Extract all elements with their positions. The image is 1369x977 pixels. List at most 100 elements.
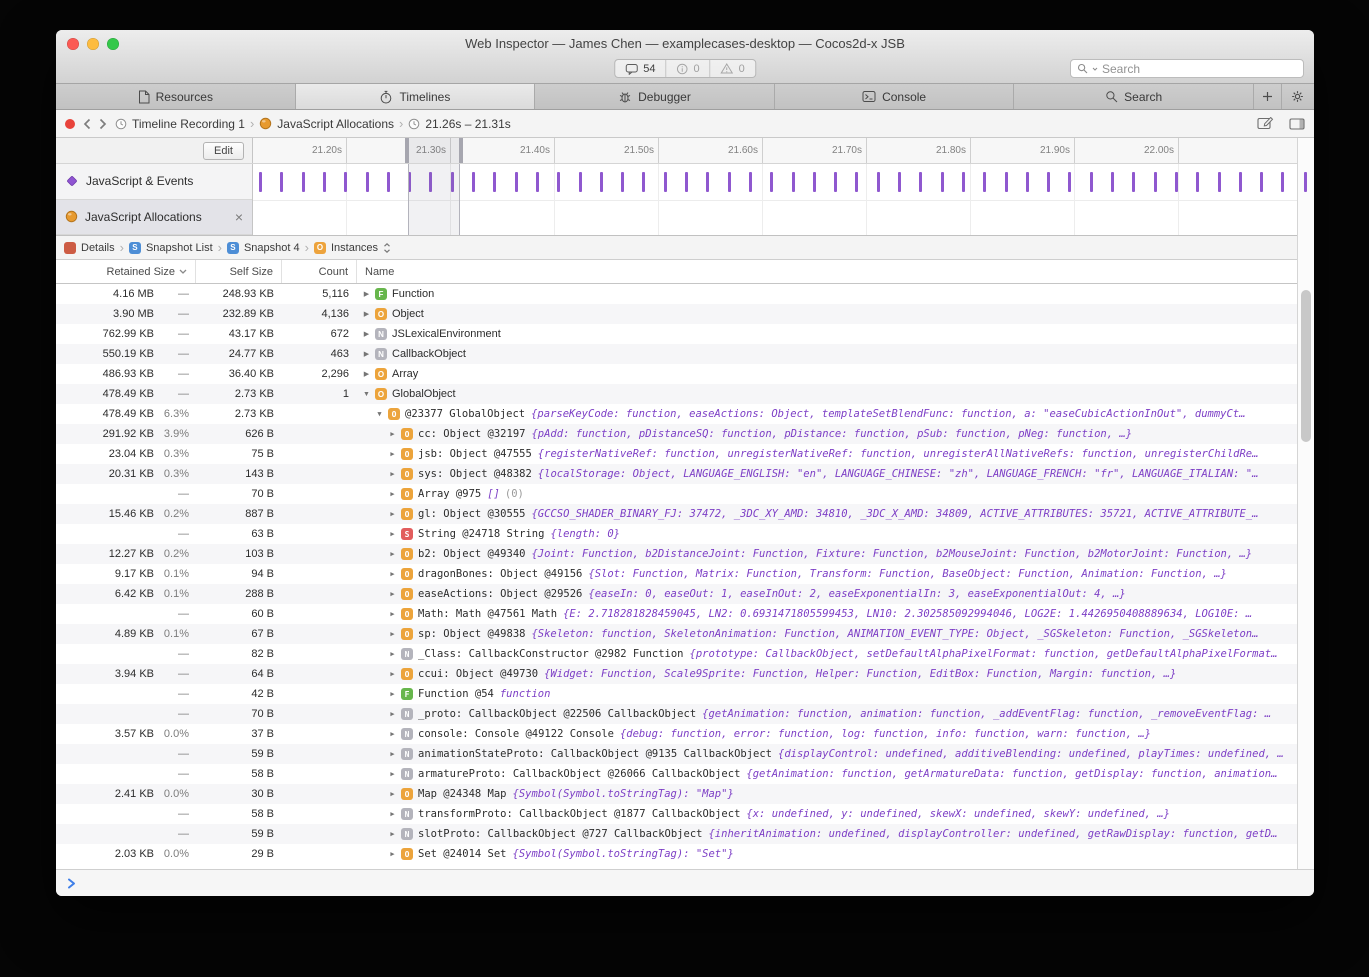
- table-row[interactable]: —70 B▶N_proto: CallbackObject @22506 Cal…: [56, 704, 1314, 724]
- close-track-button[interactable]: ×: [235, 210, 243, 224]
- table-row[interactable]: —82 B▶N_Class: CallbackConstructor @2982…: [56, 644, 1314, 664]
- table-row[interactable]: 291.92 KB3.9%626 B▶Occ: Object @32197{pA…: [56, 424, 1314, 444]
- table-row[interactable]: —59 B▶NslotProto: CallbackObject @727 Ca…: [56, 824, 1314, 844]
- minimize-window-button[interactable]: [87, 38, 99, 50]
- selection-range[interactable]: [408, 138, 460, 163]
- timeline-track-javascript-allocations[interactable]: JavaScript Allocations×: [56, 200, 252, 236]
- column-header-name[interactable]: Name: [357, 260, 1314, 283]
- tab-debugger[interactable]: Debugger: [535, 84, 775, 109]
- back-button[interactable]: [83, 118, 91, 130]
- content-crumb-snapshot-list[interactable]: SSnapshot List: [129, 242, 213, 254]
- timeline-track-javascript-events[interactable]: JavaScript & Events: [56, 164, 252, 200]
- info-badge[interactable]: 0: [666, 60, 710, 77]
- disclosure-closed-icon[interactable]: ▶: [387, 710, 398, 718]
- forward-button[interactable]: [99, 118, 107, 130]
- disclosure-closed-icon[interactable]: ▶: [387, 490, 398, 498]
- disclosure-closed-icon[interactable]: ▶: [387, 470, 398, 478]
- disclosure-closed-icon[interactable]: ▶: [387, 450, 398, 458]
- warning-badge[interactable]: 0: [710, 60, 755, 77]
- disclosure-closed-icon[interactable]: ▶: [387, 550, 398, 558]
- disclosure-open-icon[interactable]: ▼: [361, 391, 372, 398]
- pencil-square-icon[interactable]: [1257, 117, 1274, 130]
- content-crumb-snapshot-4[interactable]: SSnapshot 4: [227, 242, 300, 254]
- close-window-button[interactable]: [67, 38, 79, 50]
- table-row[interactable]: 3.94 KB—64 B▶Occui: Object @49730{Widget…: [56, 664, 1314, 684]
- table-row[interactable]: —59 B▶NanimationStateProto: CallbackObje…: [56, 744, 1314, 764]
- table-row[interactable]: 550.19 KB—24.77 KB463▶NCallbackObject: [56, 344, 1314, 364]
- disclosure-closed-icon[interactable]: ▶: [387, 810, 398, 818]
- table-row[interactable]: 6.42 KB0.1%288 B▶OeaseActions: Object @2…: [56, 584, 1314, 604]
- column-header-retained-size[interactable]: Retained Size: [56, 260, 196, 283]
- table-row[interactable]: 478.49 KB6.3%2.73 KB▼O@23377 GlobalObjec…: [56, 404, 1314, 424]
- table-row[interactable]: 3.57 KB0.0%37 B▶Nconsole: Console @49122…: [56, 724, 1314, 744]
- edit-instruments-button[interactable]: Edit: [203, 142, 244, 160]
- disclosure-closed-icon[interactable]: ▶: [387, 670, 398, 678]
- table-row[interactable]: —58 B▶NtransformProto: CallbackObject @1…: [56, 804, 1314, 824]
- breadcrumb-javascript-allocations[interactable]: JavaScript Allocations: [259, 117, 394, 131]
- selection-range[interactable]: [408, 164, 460, 235]
- disclosure-closed-icon[interactable]: ▶: [387, 850, 398, 858]
- disclosure-closed-icon[interactable]: ▶: [387, 770, 398, 778]
- tab-resources[interactable]: Resources: [56, 84, 296, 109]
- table-row[interactable]: 2.03 KB0.0%29 B▶OSet @24014 Set{Symbol(S…: [56, 844, 1314, 864]
- disclosure-closed-icon[interactable]: ▶: [387, 650, 398, 658]
- content-crumb-details[interactable]: Details: [64, 242, 115, 254]
- tab-search[interactable]: Search: [1014, 84, 1254, 109]
- toggle-right-sidebar-icon[interactable]: [1289, 118, 1305, 130]
- disclosure-closed-icon[interactable]: ▶: [387, 830, 398, 838]
- disclosure-closed-icon[interactable]: ▶: [387, 530, 398, 538]
- disclosure-closed-icon[interactable]: ▶: [361, 350, 372, 358]
- disclosure-closed-icon[interactable]: ▶: [387, 750, 398, 758]
- console-messages-badge[interactable]: 54: [615, 60, 665, 77]
- selection-start-handle[interactable]: [405, 138, 409, 163]
- table-row[interactable]: 12.27 KB0.2%103 B▶Ob2: Object @49340{Joi…: [56, 544, 1314, 564]
- table-row[interactable]: 15.46 KB0.2%887 B▶Ogl: Object @30555{GCC…: [56, 504, 1314, 524]
- table-row[interactable]: —58 B▶NarmatureProto: CallbackObject @26…: [56, 764, 1314, 784]
- quick-console-bar[interactable]: [56, 869, 1314, 896]
- table-row[interactable]: —42 B▶FFunction @54function: [56, 684, 1314, 704]
- table-row[interactable]: —70 B▶OArray @975[](0): [56, 484, 1314, 504]
- breadcrumb-21-26s-21-31s[interactable]: 21.26s – 21.31s: [408, 117, 510, 131]
- disclosure-closed-icon[interactable]: ▶: [387, 430, 398, 438]
- table-row[interactable]: 3.90 MB—232.89 KB4,136▶OObject: [56, 304, 1314, 324]
- disclosure-closed-icon[interactable]: ▶: [387, 630, 398, 638]
- zoom-window-button[interactable]: [107, 38, 119, 50]
- settings-button[interactable]: [1282, 84, 1314, 109]
- table-row[interactable]: 20.31 KB0.3%143 B▶Osys: Object @48382{lo…: [56, 464, 1314, 484]
- disclosure-closed-icon[interactable]: ▶: [387, 610, 398, 618]
- disclosure-closed-icon[interactable]: ▶: [361, 370, 372, 378]
- table-row[interactable]: 478.49 KB—2.73 KB1▼OGlobalObject: [56, 384, 1314, 404]
- column-header-count[interactable]: Count: [282, 260, 357, 283]
- tab-console[interactable]: Console: [775, 84, 1015, 109]
- toolbar-search-field[interactable]: Search: [1070, 59, 1304, 78]
- disclosure-open-icon[interactable]: ▼: [374, 410, 385, 418]
- disclosure-closed-icon[interactable]: ▶: [387, 790, 398, 798]
- breadcrumb-timeline-recording-1[interactable]: Timeline Recording 1: [115, 117, 245, 131]
- table-row[interactable]: —60 B▶OMath: Math @47561 Math{E: 2.71828…: [56, 604, 1314, 624]
- content-crumb-instances[interactable]: OInstances: [314, 242, 391, 254]
- disclosure-closed-icon[interactable]: ▶: [387, 510, 398, 518]
- disclosure-closed-icon[interactable]: ▶: [361, 310, 372, 318]
- timeline-graph[interactable]: [253, 164, 1314, 235]
- scrollbar-thumb[interactable]: [1301, 290, 1311, 442]
- table-row[interactable]: 486.93 KB—36.40 KB2,296▶OArray: [56, 364, 1314, 384]
- disclosure-closed-icon[interactable]: ▶: [387, 690, 398, 698]
- table-row[interactable]: 2.41 KB0.0%30 B▶OMap @24348 Map{Symbol(S…: [56, 784, 1314, 804]
- disclosure-closed-icon[interactable]: ▶: [361, 330, 372, 338]
- table-row[interactable]: 762.99 KB—43.17 KB672▶NJSLexicalEnvironm…: [56, 324, 1314, 344]
- new-tab-button[interactable]: [1254, 84, 1282, 109]
- ruler-scale[interactable]: 21.20s21.30s21.40s21.50s21.60s21.70s21.8…: [253, 138, 1314, 163]
- selection-end-handle[interactable]: [459, 138, 463, 163]
- disclosure-closed-icon[interactable]: ▶: [361, 290, 372, 298]
- table-row[interactable]: 23.04 KB0.3%75 B▶Ojsb: Object @47555{reg…: [56, 444, 1314, 464]
- table-row[interactable]: —63 B▶SString @24718 String{length: 0}: [56, 524, 1314, 544]
- disclosure-closed-icon[interactable]: ▶: [387, 570, 398, 578]
- disclosure-closed-icon[interactable]: ▶: [387, 590, 398, 598]
- record-button[interactable]: [65, 119, 75, 129]
- table-row[interactable]: 9.17 KB0.1%94 B▶OdragonBones: Object @49…: [56, 564, 1314, 584]
- table-row[interactable]: 4.16 MB—248.93 KB5,116▶FFunction: [56, 284, 1314, 304]
- disclosure-closed-icon[interactable]: ▶: [387, 730, 398, 738]
- tab-timelines[interactable]: Timelines: [296, 84, 536, 109]
- table-row[interactable]: 4.89 KB0.1%67 B▶Osp: Object @49838{Skele…: [56, 624, 1314, 644]
- column-header-self-size[interactable]: Self Size: [196, 260, 282, 283]
